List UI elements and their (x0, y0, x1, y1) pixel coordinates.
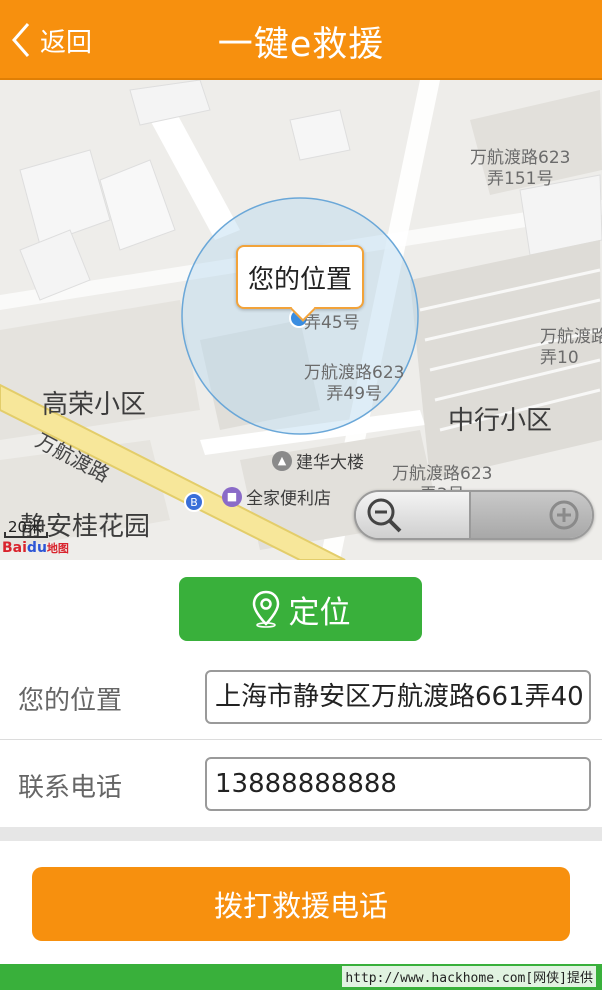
app-screen: 返回 一键e救援 万航渡路623 弄151号 弄45号 万航渡路623 弄49号… (0, 0, 602, 990)
poi-label: 全家便利店 (246, 489, 331, 509)
map-label-line: 万航渡路623 (470, 148, 571, 168)
bus-icon: B (184, 492, 204, 512)
baidu-logo: Baidu地图 (2, 540, 69, 556)
map-label-line: 弄49号 (326, 384, 383, 404)
poi-quanjia[interactable]: ■ 全家便利店 (222, 484, 331, 509)
map-label-line: 万航渡路623 (392, 464, 493, 484)
location-callout: 您的位置 (236, 245, 364, 309)
map-label-gaorong: 高荣小区 (42, 390, 147, 420)
phone-label: 联系电话 (18, 773, 123, 803)
map-label: 万航渡路623 弄151号 (470, 148, 570, 190)
map-label-line: 弄45号 (304, 313, 360, 333)
map-label-line: 万航渡路 (540, 327, 602, 347)
location-field[interactable]: 上海市静安区万航渡路661弄40 (205, 670, 591, 724)
divider (0, 827, 602, 841)
zoom-in-icon (549, 500, 579, 530)
map-label: 万航渡路623 弄49号 (304, 363, 404, 405)
phone-field[interactable]: 13888888888 (205, 757, 591, 811)
zoom-control (354, 490, 594, 540)
poi-jianhua[interactable]: ▲ 建华大楼 (272, 448, 364, 473)
poi-label: 建华大楼 (296, 453, 364, 473)
map-label-zhonghang: 中行小区 (448, 406, 553, 436)
location-pin-icon (252, 590, 279, 628)
map-label: 万航渡路 弄10 (540, 327, 602, 369)
zoom-out-button[interactable] (356, 492, 471, 538)
map-label-line: 弄10 (540, 348, 579, 368)
zoom-in-button[interactable] (471, 492, 592, 538)
watermark: http://www.hackhome.com[网侠]提供 (342, 966, 596, 987)
page-title: 一键e救援 (217, 25, 385, 65)
location-label: 您的位置 (18, 686, 123, 716)
locate-button[interactable]: 定位 (179, 577, 422, 641)
map-scale-bar (4, 532, 48, 538)
map-label-line: 万航渡路623 (304, 363, 405, 383)
shop-icon: ■ (222, 486, 242, 507)
phone-row: 联系电话 13888888888 (0, 741, 602, 827)
zoom-out-icon (367, 498, 402, 533)
map-label-line: 弄151号 (487, 169, 554, 189)
bus-stop-marker[interactable]: B (184, 492, 208, 512)
building-icon: ▲ (272, 450, 292, 471)
location-row: 您的位置 上海市静安区万航渡路661弄40 (0, 654, 602, 740)
map-view[interactable]: 万航渡路623 弄151号 23 弄45号 万航渡路623 弄49号 万航渡路 … (0, 80, 602, 560)
locate-label: 定位 (288, 594, 351, 631)
header-bar: 返回 一键e救援 (0, 0, 602, 80)
call-rescue-button[interactable]: 拨打救援电话 (32, 867, 570, 941)
